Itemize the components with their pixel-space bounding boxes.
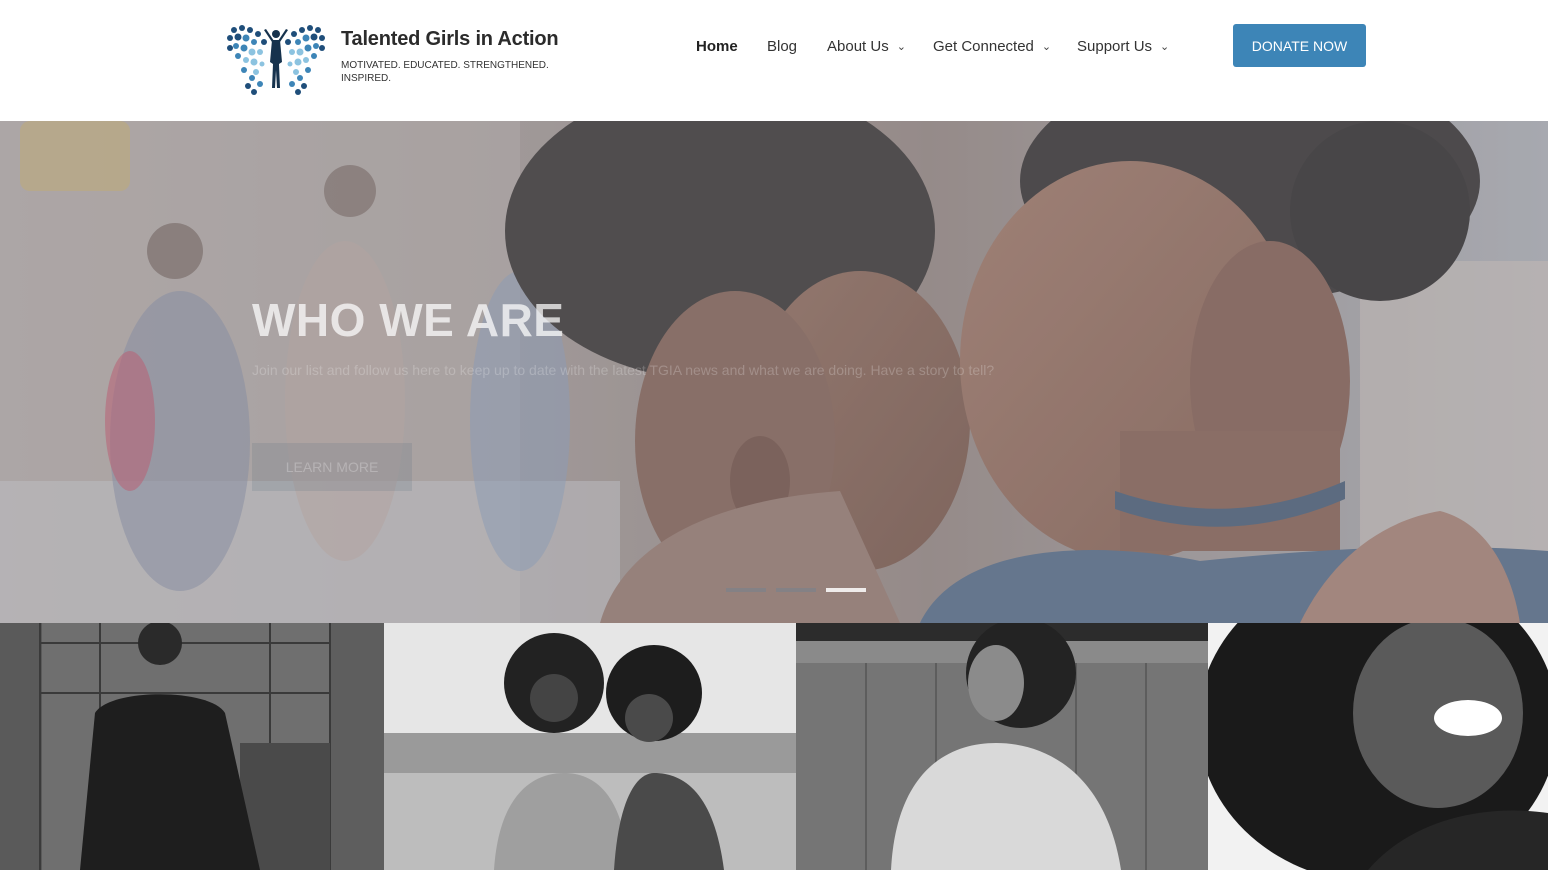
- butterfly-logo-icon[interactable]: [224, 22, 328, 98]
- nav-item-blog[interactable]: Blog: [767, 38, 797, 55]
- brand-tagline: MOTIVATED. EDUCATED. STRENGTHENED. INSPI…: [341, 60, 549, 84]
- nav-item-label: Get Connected: [933, 38, 1034, 55]
- donate-now-button[interactable]: DONATE NOW: [1233, 24, 1366, 67]
- nav-item-label: Blog: [767, 38, 798, 55]
- chevron-down-icon[interactable]: ⌄: [897, 40, 906, 53]
- gallery-photo-4[interactable]: [1208, 623, 1548, 870]
- learn-more-button[interactable]: LEARN MORE: [252, 443, 412, 491]
- chevron-down-icon[interactable]: ⌄: [1042, 40, 1051, 53]
- chevron-down-icon[interactable]: ⌄: [1160, 40, 1169, 53]
- hero-slider: WHO WE ARE Join our list and follow us h…: [0, 121, 1548, 623]
- hero-title: WHO WE ARE: [252, 294, 565, 346]
- gallery-photo-3[interactable]: [796, 623, 1208, 870]
- slide-dot-2[interactable]: [776, 588, 816, 592]
- slide-dot-1[interactable]: [726, 588, 766, 592]
- site-header: Talented Girls in Action MOTIVATED. EDUC…: [0, 0, 1548, 121]
- nav-item-support-us[interactable]: Support Us ⌄: [1077, 38, 1169, 55]
- nav-item-home[interactable]: Home: [696, 38, 738, 55]
- nav-item-label: Home: [696, 38, 738, 55]
- slide-dot-3[interactable]: [826, 588, 866, 592]
- gallery-photo-2[interactable]: [384, 623, 796, 870]
- nav-item-label: About Us: [827, 38, 889, 55]
- photo-gallery: [0, 623, 1548, 870]
- nav-item-label: Support Us: [1077, 38, 1153, 55]
- brand-name[interactable]: Talented Girls in Action: [341, 28, 559, 51]
- gallery-photo-1[interactable]: [0, 623, 384, 870]
- nav-item-get-connected[interactable]: Get Connected ⌄: [933, 38, 1051, 55]
- nav-item-about-us[interactable]: About Us ⌄: [827, 38, 906, 55]
- hero-subtitle: Join our list and follow us here to keep…: [252, 362, 995, 378]
